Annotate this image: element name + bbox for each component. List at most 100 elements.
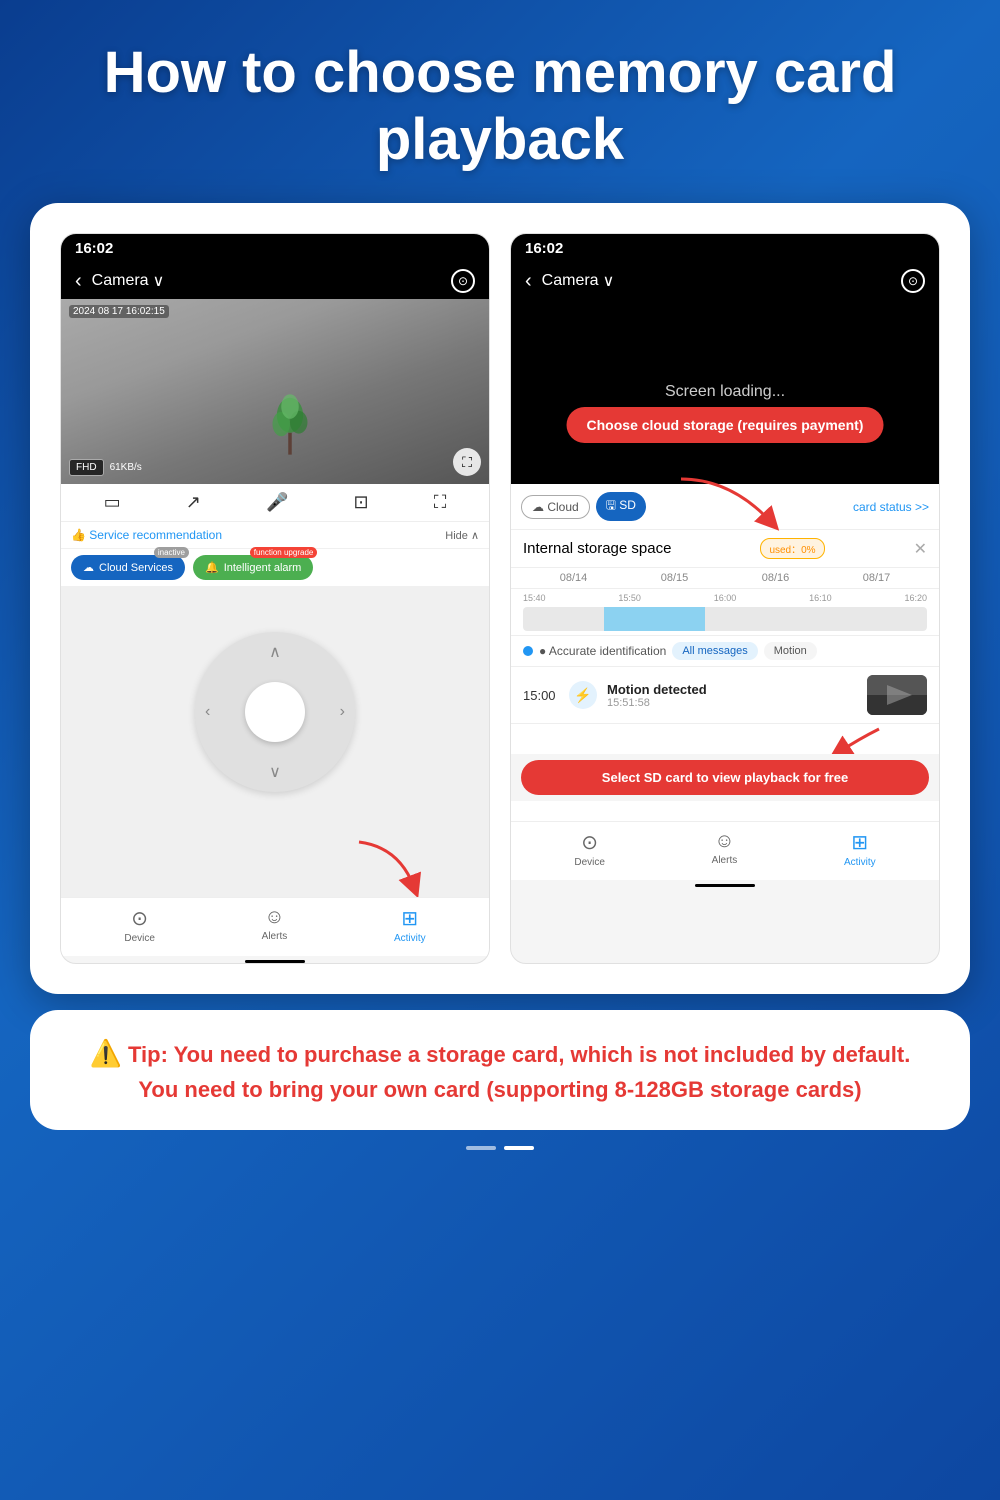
cloud-services-button[interactable]: ☁ Cloud Services inactive: [71, 555, 185, 580]
all-messages-tag[interactable]: All messages: [672, 642, 757, 660]
right-bottom-nav: ⊙ Device ☺ Alerts ⊞ Activity: [511, 821, 939, 880]
red-arrow-left: [349, 837, 429, 897]
service-rec-bar: 👍 Service recommendation Hide ∧: [61, 522, 489, 549]
chevron-icon: ∨: [153, 271, 165, 291]
activity-icon-right: ⊞: [851, 830, 868, 855]
alarm-icon: 🔔: [205, 561, 219, 574]
main-card: 16:02 ‹ Camera ∨ ⊙ 2024 08 17 16:02:15: [30, 203, 970, 994]
ptz-down-icon[interactable]: ∨: [269, 762, 281, 782]
settings-icon-right[interactable]: ⊙: [901, 269, 925, 293]
camera-feed-left: 2024 08 17 16:02:15 FHD 61KB/s ⛶: [61, 299, 489, 484]
date-4: 08/17: [863, 572, 891, 584]
left-time: 16:02: [75, 240, 113, 257]
left-navbar: ‹ Camera ∨ ⊙: [61, 263, 489, 299]
sd-tab[interactable]: 🖫 SD: [596, 492, 646, 521]
camera-title-left: Camera ∨: [92, 271, 165, 291]
bottom-spacer: [511, 801, 939, 821]
event-info: Motion detected 15:51:58: [607, 682, 857, 709]
activity-icon-active: ⊞: [401, 906, 418, 931]
right-navbar: ‹ Camera ∨ ⊙: [511, 263, 939, 299]
timeline-bar[interactable]: 15:40 15:50 16:00 16:10 16:20: [511, 589, 939, 636]
nav-indicator-right: [695, 884, 755, 887]
timeline-dates: 08/14 08/15 08/16 08/17: [511, 568, 939, 589]
back-arrow-right[interactable]: ‹: [525, 270, 532, 293]
fullscreen-icon[interactable]: ⛶: [434, 492, 447, 513]
date-1: 08/14: [560, 572, 588, 584]
tip-section: ⚠️Tip: You need to purchase a storage ca…: [30, 1010, 970, 1130]
nav-alerts-right[interactable]: ☺ Alerts: [712, 830, 738, 868]
settings-icon[interactable]: ⊙: [451, 269, 475, 293]
motion-tag[interactable]: Motion: [764, 642, 817, 660]
arrow-svg-1: [671, 474, 791, 534]
filter-tabs: ● Accurate identification All messages M…: [511, 636, 939, 667]
nav-device-left[interactable]: ⊙ Device: [124, 906, 155, 944]
event-item: 15:00 ⚡ Motion detected 15:51:58: [511, 667, 939, 724]
plant-decoration: [265, 389, 315, 464]
ptz-center[interactable]: [245, 682, 305, 742]
device-icon: ⊙: [131, 906, 148, 931]
cloud-icon: ☁: [83, 561, 94, 574]
filter-dot-icon: [523, 646, 533, 656]
timeline-line: [523, 607, 927, 631]
timeline-ticks: 15:40 15:50 16:00 16:10 16:20: [523, 593, 927, 603]
share-icon[interactable]: ↗: [186, 492, 201, 513]
nav-device-right[interactable]: ⊙ Device: [574, 830, 605, 868]
warning-icon: ⚠️: [90, 1038, 122, 1068]
screen-loading-text: Screen loading...: [665, 383, 785, 401]
event-title: Motion detected: [607, 682, 857, 697]
page-header: How to choose memory card playback: [0, 0, 1000, 203]
event-time: 15:00: [523, 688, 559, 703]
card-status-button[interactable]: card status >>: [853, 500, 929, 514]
pagination-dots: [0, 1146, 1000, 1150]
speed-badge: 61KB/s: [110, 462, 142, 473]
date-3: 08/16: [762, 572, 790, 584]
right-time: 16:02: [525, 240, 563, 257]
nav-activity-left[interactable]: ⊞ Activity: [394, 906, 426, 944]
hide-button[interactable]: Hide ∧: [445, 529, 479, 542]
screenshots-row: 16:02 ‹ Camera ∨ ⊙ 2024 08 17 16:02:15: [60, 233, 940, 964]
camera-title-right: Camera ∨: [542, 271, 615, 291]
ptz-left-icon[interactable]: ‹: [205, 703, 210, 721]
ptz-right-icon[interactable]: ›: [340, 703, 345, 721]
ptz-up-icon[interactable]: ∧: [269, 642, 281, 662]
tip-text: ⚠️Tip: You need to purchase a storage ca…: [70, 1034, 930, 1106]
arrow-svg-2: [819, 724, 899, 754]
pagination-dot-1[interactable]: [466, 1146, 496, 1150]
crop-icon[interactable]: ⊡: [354, 492, 369, 513]
page-title: How to choose memory card playback: [60, 40, 940, 173]
chevron-right-icon: ∨: [603, 271, 615, 291]
camera-controls: ▭ ↗ 🎤 ⊡ ⛶: [61, 484, 489, 522]
used-badge: used：0%: [760, 538, 824, 559]
right-statusbar: 16:02: [511, 234, 939, 263]
fhd-badge: FHD: [69, 459, 104, 476]
upgrade-badge: function upgrade: [250, 547, 318, 558]
event-thumbnail[interactable]: [867, 675, 927, 715]
arrow-area-right: [511, 724, 939, 754]
right-phone-screen: 16:02 ‹ Camera ∨ ⊙ Screen loading... Cho…: [510, 233, 940, 964]
sd-callout-pill: Select SD card to view playback for free: [521, 760, 929, 795]
intelligent-alarm-button[interactable]: 🔔 Intelligent alarm function upgrade: [193, 555, 313, 580]
event-subtitle: 15:51:58: [607, 697, 857, 709]
mic-icon[interactable]: 🎤: [266, 492, 288, 513]
pagination-dot-2[interactable]: [504, 1146, 534, 1150]
left-phone-screen: 16:02 ‹ Camera ∨ ⊙ 2024 08 17 16:02:15: [60, 233, 490, 964]
left-bottom-nav: ⊙ Device ☺ Alerts ⊞ Activity: [61, 897, 489, 956]
cloud-callout-pill: Choose cloud storage (requires payment): [567, 407, 884, 443]
filter-label: ● Accurate identification: [539, 644, 666, 658]
timeline-segment: [604, 607, 705, 631]
nav-alerts-left[interactable]: ☺ Alerts: [262, 906, 288, 944]
ptz-joystick[interactable]: ∧ ∨ ‹ ›: [195, 632, 355, 792]
close-icon[interactable]: ✕: [914, 539, 927, 559]
date-2: 08/15: [661, 572, 689, 584]
inactive-badge: inactive: [154, 547, 189, 558]
back-arrow-icon[interactable]: ‹: [75, 270, 82, 293]
ptz-control: ∧ ∨ ‹ ›: [61, 587, 489, 837]
service-rec-label: 👍 Service recommendation: [71, 528, 222, 542]
service-buttons: ☁ Cloud Services inactive 🔔 Intelligent …: [61, 549, 489, 587]
camera-badges: FHD 61KB/s: [69, 459, 142, 476]
nav-activity-right[interactable]: ⊞ Activity: [844, 830, 876, 868]
record-icon[interactable]: ▭: [104, 492, 121, 513]
storage-header: Internal storage space used：0% ✕: [511, 530, 939, 568]
nav-indicator-left: [245, 960, 305, 963]
cloud-tab[interactable]: ☁ Cloud: [521, 495, 590, 519]
